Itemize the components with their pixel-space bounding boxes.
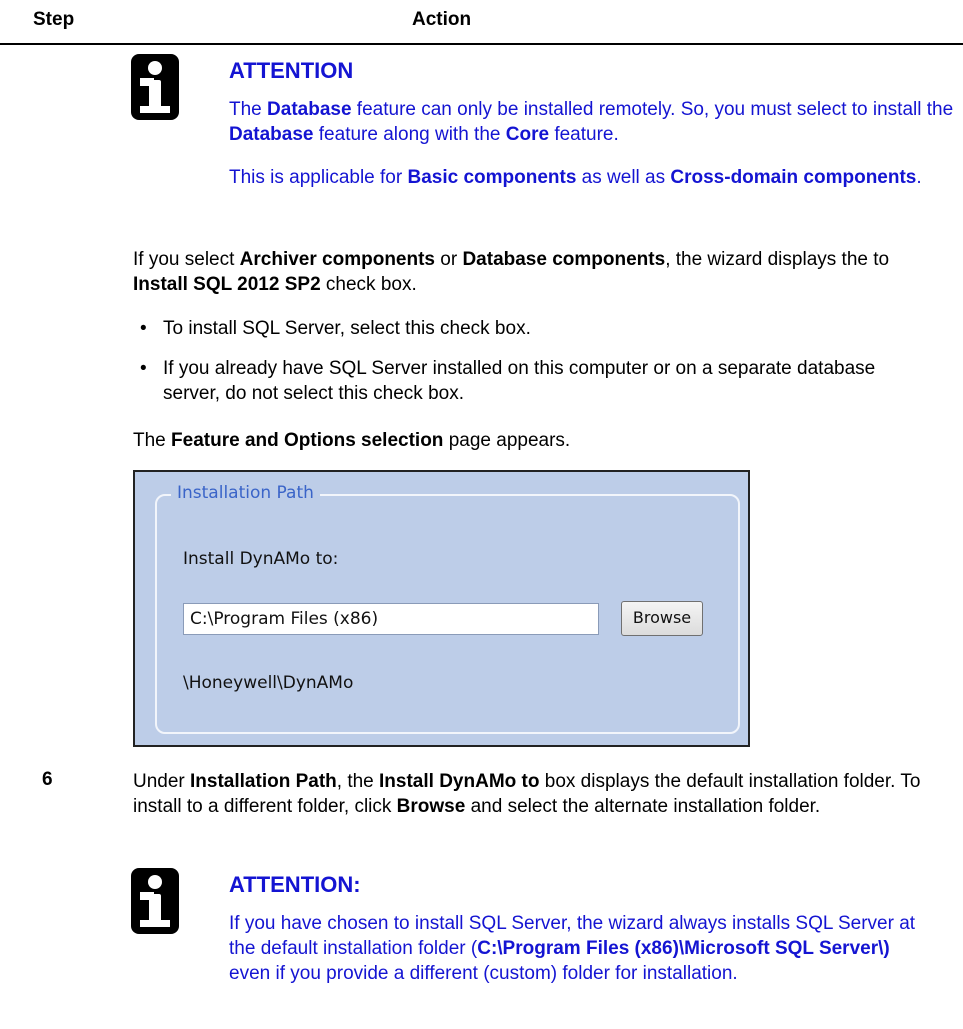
attention-title: ATTENTION: [229,872,361,897]
attention-paragraph: This is applicable for Basic components … [229,167,922,188]
bullet-text: If you already have SQL Server installed… [163,358,876,404]
attention-title: ATTENTION [229,58,354,83]
list-item: • To install SQL Server, select this chec… [133,316,893,341]
bullet-text: To install SQL Server, select this check… [163,318,531,339]
bullet-glyph: • [140,358,147,379]
step-column-header: Step [33,9,75,30]
bullet-glyph: • [140,318,147,339]
step-number: 6 [42,769,53,790]
info-icon [131,54,179,120]
archiver-paragraph: If you select Archiver components or Dat… [133,249,890,295]
step-6-text: Under Installation Path, the Install Dyn… [133,771,921,817]
install-path-input[interactable]: C:\Program Files (x86) [183,603,599,635]
list-item: • If you already have SQL Server installe… [133,356,893,406]
installation-path-screenshot: Installation Path Install DynAMo to: C:\… [133,470,750,747]
install-label: Install DynAMo to: [183,549,339,569]
info-icon [131,868,179,934]
bullet-list: • To install SQL Server, select this chec… [133,316,893,421]
action-column-header: Action [412,9,472,30]
browse-button[interactable]: Browse [621,601,703,636]
attention-paragraph: The Database feature can only be install… [229,99,954,145]
attention-paragraph: If you have chosen to install SQL Server… [229,913,916,984]
group-title: Installation Path [171,483,320,503]
install-path-suffix: \Honeywell\DynAMo [183,673,354,693]
feature-paragraph: The Feature and Options selection page a… [133,430,571,451]
header-rule [0,43,963,45]
